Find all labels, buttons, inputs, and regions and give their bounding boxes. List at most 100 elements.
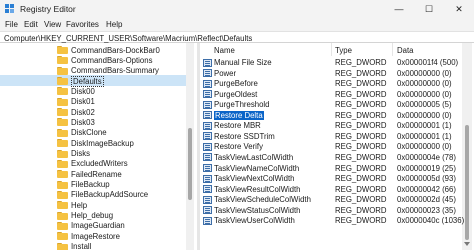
value-row[interactable]: PurgeBefore REG_DWORD 0x00000000 (0) <box>200 78 462 89</box>
value-name: TaskViewUserColWidth <box>214 216 295 226</box>
value-row[interactable]: TaskViewNextColWidth REG_DWORD 0x0000005d … <box>200 173 462 184</box>
folder-icon <box>57 77 68 86</box>
value-type: REG_DWORD <box>335 152 387 162</box>
value-type: REG_DWORD <box>335 121 387 131</box>
folder-icon <box>57 139 68 148</box>
tree-item[interactable]: Disks <box>0 148 186 159</box>
tree-item-label: ExcludedWriters <box>71 159 128 169</box>
value-type: REG_DWORD <box>335 142 387 152</box>
column-separator[interactable] <box>392 43 393 56</box>
minimize-button[interactable]: — <box>384 0 414 18</box>
value-data: 0x00000023 (35) <box>397 205 456 215</box>
tree-item-label: FileBackup <box>71 180 110 190</box>
value-data: 0x00000001 (1) <box>397 131 452 141</box>
tree-item[interactable]: FileBackup <box>0 179 186 190</box>
tree-item[interactable]: ExcludedWriters <box>0 158 186 169</box>
value-row[interactable]: Restore MBR REG_DWORD 0x00000001 (1) <box>200 120 462 131</box>
menu-file[interactable]: File <box>5 20 18 29</box>
tree-scrollbar[interactable] <box>186 43 194 250</box>
tree-item[interactable]: Disk03 <box>0 116 186 127</box>
address-bar[interactable]: Computer\HKEY_CURRENT_USER\Software\Macr… <box>0 31 474 43</box>
folder-icon <box>57 108 68 117</box>
value-name: Manual File Size <box>214 58 272 67</box>
value-data: 0x0000002d (45) <box>397 195 456 205</box>
column-separator[interactable] <box>331 43 332 56</box>
dword-value-icon <box>203 58 212 67</box>
tree-item[interactable]: ImageGuardian <box>0 220 186 231</box>
value-row[interactable]: Restore SSDTrim REG_DWORD 0x00000001 (1) <box>200 131 462 142</box>
menu-view[interactable]: View <box>44 20 61 29</box>
column-header-type[interactable]: Type <box>335 43 352 56</box>
folder-icon <box>57 170 68 179</box>
menu-favorites[interactable]: Favorites <box>66 20 99 29</box>
dword-value-icon <box>203 142 212 151</box>
value-row[interactable]: TaskViewResultColWidth REG_DWORD 0x0000004… <box>200 184 462 195</box>
tree-item[interactable]: DiskImageBackup <box>0 137 186 148</box>
column-header-data[interactable]: Data <box>397 43 413 56</box>
value-row[interactable]: TaskViewScheduleColWidth REG_DWORD 0x00000… <box>200 194 462 205</box>
tree-item[interactable]: Disk00 <box>0 85 186 96</box>
value-type: REG_DWORD <box>335 174 387 184</box>
tree-item[interactable]: DiskClone <box>0 127 186 138</box>
value-type: REG_DWORD <box>335 58 387 67</box>
tree-item-label: Disk00 <box>71 86 95 96</box>
value-row[interactable]: TaskViewStatusColWidth REG_DWORD 0x0000002… <box>200 205 462 216</box>
close-button[interactable]: ✕ <box>444 0 474 18</box>
menu-edit[interactable]: Edit <box>24 20 38 29</box>
maximize-button[interactable]: ☐ <box>414 0 444 18</box>
value-name: TaskViewResultColWidth <box>214 184 301 194</box>
tree-item[interactable]: ImageRestore <box>0 230 186 241</box>
folder-icon <box>57 97 68 106</box>
value-name: Restore Verify <box>214 142 263 152</box>
value-row[interactable]: PurgeOldest REG_DWORD 0x00000000 (0) <box>200 89 462 100</box>
value-row[interactable]: Power REG_DWORD 0x00000000 (0) <box>200 68 462 79</box>
tree-item-label: CommandBars-DockBar0 <box>71 45 160 55</box>
tree-item-label: Disk02 <box>71 107 95 117</box>
tree-item[interactable]: Install <box>0 241 186 250</box>
value-name: Restore MBR <box>214 121 261 131</box>
tree-item[interactable]: Disk01 <box>0 96 186 107</box>
value-type: REG_DWORD <box>335 68 387 78</box>
value-name: PurgeBefore <box>214 79 258 89</box>
value-row[interactable]: TaskViewUserColWidth REG_DWORD 0x0000040c … <box>200 215 465 226</box>
value-name: TaskViewNextColWidth <box>214 174 295 184</box>
scroll-down-arrow-icon[interactable] <box>464 242 470 246</box>
tree-scrollbar-thumb[interactable] <box>188 128 192 200</box>
value-row[interactable]: TaskViewLastColWidth REG_DWORD 0x0000004e … <box>200 152 462 163</box>
folder-icon <box>57 56 68 65</box>
value-name: TaskViewStatusColWidth <box>214 205 301 215</box>
tree-item-label: ImageGuardian <box>71 221 125 231</box>
value-row[interactable]: Restore Verify REG_DWORD 0x00000000 (0) <box>200 141 462 152</box>
value-data: 0x0000040c (1036) <box>397 216 465 226</box>
tree-item[interactable]: FileBackupAddSource <box>0 189 186 200</box>
value-data: 0x00000000 (0) <box>397 68 452 78</box>
tree-item-label: Disk01 <box>71 97 95 107</box>
value-row[interactable]: PurgeThreshold REG_DWORD 0x00000005 (5) <box>200 99 462 110</box>
folder-icon <box>57 159 68 168</box>
tree-item-label: FileBackupAddSource <box>71 190 149 200</box>
value-row[interactable]: Manual File Size REG_DWORD 0x000001f4 (500… <box>200 57 462 68</box>
dword-value-icon <box>203 216 212 225</box>
tree-item[interactable]: CommandBars-Summary <box>0 65 186 76</box>
tree-item[interactable]: Disk02 <box>0 106 186 117</box>
value-data: 0x00000042 (66) <box>397 184 456 194</box>
column-header-name[interactable]: Name <box>214 43 235 56</box>
tree-item[interactable]: Help_debug <box>0 210 186 221</box>
tree-item[interactable]: CommandBars-DockBar0 <box>0 44 186 55</box>
tree-item[interactable]: Help <box>0 199 186 210</box>
dword-value-icon <box>203 121 212 130</box>
menu-help[interactable]: Help <box>106 20 122 29</box>
tree-item[interactable]: FailedRename <box>0 168 186 179</box>
tree-item[interactable]: Defaults <box>0 75 186 87</box>
values-scrollbar-thumb[interactable] <box>465 125 469 240</box>
value-name: TaskViewLastColWidth <box>214 152 294 162</box>
value-row[interactable]: Restore Delta REG_DWORD 0x00000000 (0) <box>200 110 462 121</box>
value-row[interactable]: TaskViewNameColWidth REG_DWORD 0x00000019 … <box>200 163 462 174</box>
dword-value-icon <box>203 69 212 78</box>
dword-value-icon <box>203 111 212 120</box>
address-path[interactable]: Computer\HKEY_CURRENT_USER\Software\Macr… <box>4 34 252 43</box>
value-type: REG_DWORD <box>335 110 387 120</box>
value-data: 0x00000000 (0) <box>397 79 452 89</box>
tree-item[interactable]: CommandBars-Options <box>0 54 186 65</box>
value-name: Restore Delta <box>214 110 264 120</box>
